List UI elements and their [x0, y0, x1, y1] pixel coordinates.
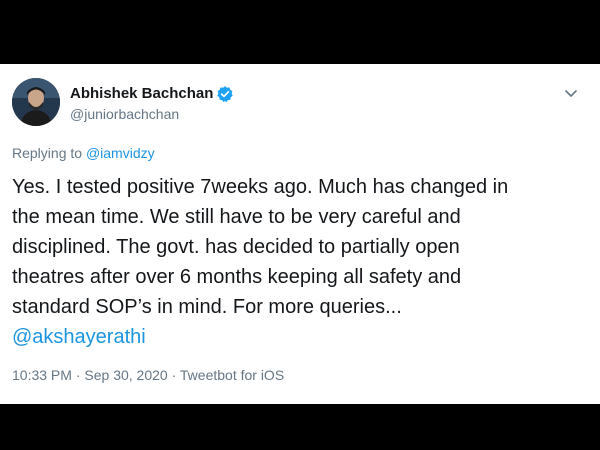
meta-separator: ·: [167, 367, 180, 383]
tweet-text: Yes. I tested positive 7weeks ago. Much …: [12, 172, 588, 352]
display-name-row: Abhishek Bachchan: [70, 84, 234, 104]
tweet-date[interactable]: Sep 30, 2020: [84, 367, 167, 383]
user-handle[interactable]: @juniorbachchan: [70, 105, 179, 123]
replying-to-label: Replying to: [12, 145, 83, 161]
avatar[interactable]: [12, 78, 60, 126]
tweet-text-line: disciplined. The govt. has decided to pa…: [12, 236, 460, 258]
tweet-time[interactable]: 10:33 PM: [12, 367, 72, 383]
tweet-text-line: Yes. I tested positive 7weeks ago. Much …: [12, 176, 509, 198]
tweet-text-line: standard SOP’s in mind. For more queries…: [12, 296, 402, 318]
chevron-down-icon[interactable]: [562, 84, 580, 102]
reply-to-link[interactable]: @iamvidzy: [86, 145, 155, 161]
mention-link[interactable]: @akshayerathi: [12, 322, 588, 352]
tweet-text-line: theatres after over 6 months keeping all…: [12, 266, 462, 288]
replying-to: Replying to @iamvidzy: [12, 144, 155, 162]
tweet-source[interactable]: Tweetbot for iOS: [180, 367, 284, 383]
tweet-text-line: the mean time. We still have to be very …: [12, 206, 461, 228]
profile-photo-icon: [12, 78, 60, 126]
tweet-meta: 10:33 PM · Sep 30, 2020 · Tweetbot for i…: [12, 366, 284, 384]
tweet-card: Abhishek Bachchan @juniorbachchan Replyi…: [0, 64, 600, 404]
verified-badge-icon: [216, 85, 234, 103]
meta-separator: ·: [71, 367, 85, 383]
display-name[interactable]: Abhishek Bachchan: [70, 85, 213, 103]
